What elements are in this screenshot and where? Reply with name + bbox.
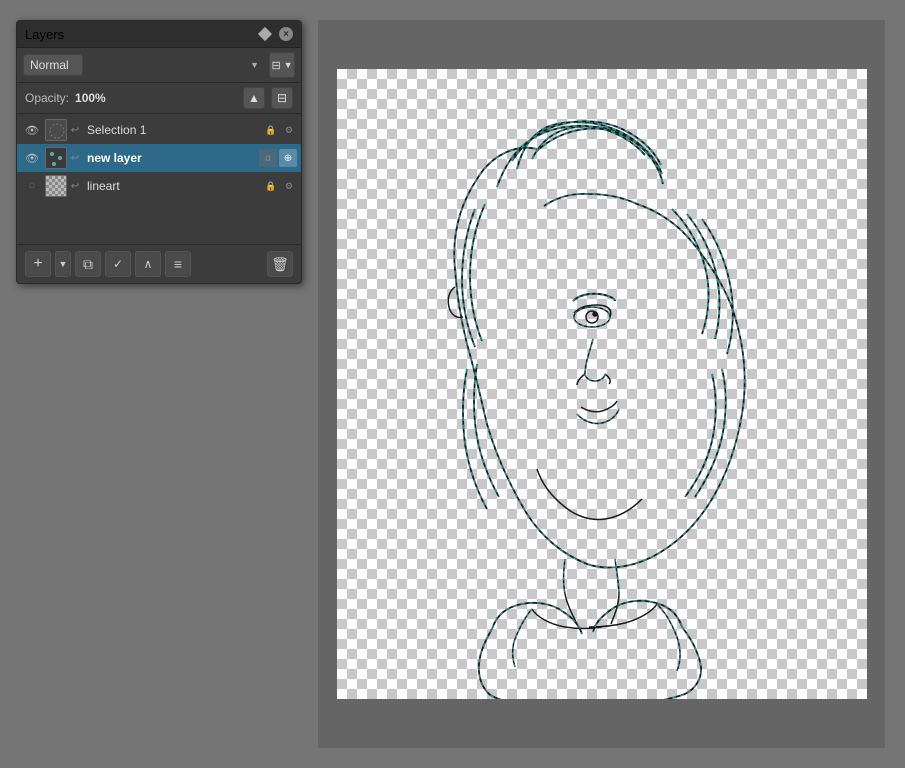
drawing-canvas [337, 69, 867, 699]
layer-inherit-btn[interactable]: ⊕ [279, 149, 297, 167]
layers-panel: Layers × NormalDissolveMultiplyScreenOve… [16, 20, 302, 284]
canvas-area [318, 20, 885, 748]
layers-title: Layers [25, 27, 64, 42]
layer-alpha-lineart: ↩ [69, 177, 81, 195]
opacity-up-button[interactable]: ▲ [243, 87, 265, 109]
layer-lock2-icon: 🔒 [263, 178, 279, 194]
delete-layer-button[interactable]: 🗑 [267, 251, 293, 277]
opacity-settings-button[interactable]: ⊟ [271, 87, 293, 109]
eye-icon-active: 👁 [25, 152, 39, 165]
canvas-svg [337, 69, 867, 699]
layer-thumbnail-selection1 [45, 119, 67, 141]
filter-button[interactable]: ⊟ ▼ [269, 52, 295, 78]
layer-item-selection1[interactable]: 👁 ↩ Selection 1 🔒 ⚙ [17, 116, 301, 144]
close-button[interactable]: × [279, 27, 293, 41]
layer-lock-icon: 🔒 [263, 122, 279, 138]
layer-alpha-new-layer: ↩ [69, 149, 81, 167]
diamond-icon[interactable] [257, 26, 273, 42]
link-icon-lineart: ↩ [71, 181, 79, 192]
layer-actions-lineart: 🔒 ⚙ [263, 178, 297, 194]
layer-name-new-layer: new layer [83, 151, 257, 165]
layer-item-new-layer[interactable]: 👁 ↩ new layer α ⊕ [17, 144, 301, 172]
move-up-button[interactable]: ∧ [135, 251, 161, 277]
layer-alpha-selection1: ↩ [69, 121, 81, 139]
layer-list: 👁 ↩ Selection 1 🔒 ⚙ 👁 [17, 114, 301, 244]
layer-thumbnail-new-layer [45, 147, 67, 169]
eye-icon: 👁 [25, 124, 39, 137]
layer-visibility-selection1[interactable]: 👁 [21, 119, 43, 141]
layer-actions-selection1: 🔒 ⚙ [263, 122, 297, 138]
opacity-row: Opacity: 100% ▲ ⊟ [17, 83, 301, 114]
filter-arrow: ▼ [284, 60, 293, 70]
layer-name-lineart: lineart [83, 179, 261, 193]
link-icon: ↩ [71, 153, 79, 164]
move-down-button[interactable]: ✓ [105, 251, 131, 277]
blend-mode-select[interactable]: NormalDissolveMultiplyScreenOverlayDarke… [23, 54, 83, 76]
chain-icon: ↩ [71, 125, 79, 136]
opacity-value: 100% [75, 91, 237, 105]
layer-item-lineart[interactable]: ○ ↩ lineart 🔒 ⚙ [17, 172, 301, 200]
add-layer-arrow[interactable]: ▼ [55, 251, 71, 277]
layer-settings2-icon[interactable]: ⚙ [281, 178, 297, 194]
layer-visibility-new-layer[interactable]: 👁 [21, 147, 43, 169]
opacity-label: Opacity: [25, 91, 69, 105]
layer-properties-button[interactable]: ≡ [165, 251, 191, 277]
layers-toolbar: + ▼ ⧉ ✓ ∧ ≡ 🗑 [17, 244, 301, 283]
group-layer-button[interactable]: ⧉ [75, 251, 101, 277]
blend-mode-row: NormalDissolveMultiplyScreenOverlayDarke… [17, 48, 301, 83]
layer-settings-icon[interactable]: ⚙ [281, 122, 297, 138]
canvas-wrapper [318, 20, 885, 748]
layer-name-selection1: Selection 1 [83, 123, 261, 137]
title-icons: × [257, 26, 293, 42]
layer-thumbnail-lineart [45, 175, 67, 197]
layer-actions-new-layer: α ⊕ [259, 149, 297, 167]
add-layer-button[interactable]: + [25, 251, 51, 277]
layer-visibility-lineart[interactable]: ○ [21, 175, 43, 197]
layers-title-bar: Layers × [17, 21, 301, 48]
filter-icon: ⊟ [271, 59, 280, 72]
blend-mode-wrapper: NormalDissolveMultiplyScreenOverlayDarke… [23, 54, 265, 76]
layer-alpha-lock-btn[interactable]: α [259, 149, 277, 167]
